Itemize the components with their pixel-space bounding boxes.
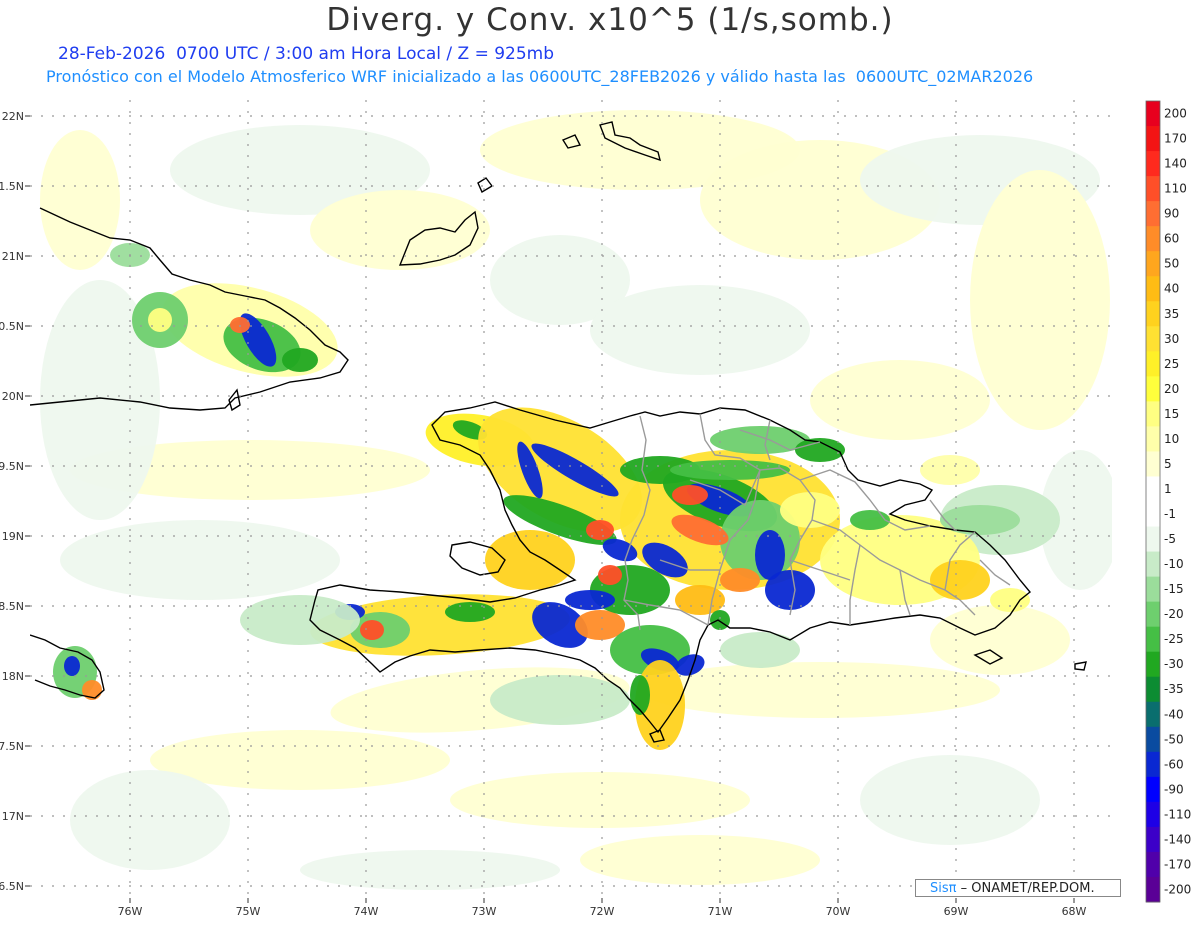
legend-label: 25 [1164, 357, 1179, 371]
legend-swatch [1146, 101, 1160, 127]
lon-label: 72W [590, 905, 615, 918]
legend-label: -25 [1164, 632, 1184, 646]
legend-label: -170 [1164, 857, 1191, 871]
legend-swatch [1146, 251, 1160, 277]
legend-label: -20 [1164, 607, 1184, 621]
credit-box: Sisπ – ONAMET/REP.DOM. [915, 879, 1121, 897]
lon-label: 68W [1062, 905, 1087, 918]
legend-swatch [1146, 651, 1160, 678]
legend-swatch [1146, 426, 1160, 452]
legend-swatch [1146, 826, 1160, 853]
legend-swatch [1146, 126, 1160, 152]
lat-label: 18N [2, 670, 24, 683]
lat-label: 19.5N [0, 460, 24, 473]
legend-label: 35 [1164, 307, 1179, 321]
legend-label: 30 [1164, 332, 1179, 346]
legend-label: -50 [1164, 732, 1184, 746]
legend-swatch [1146, 526, 1160, 553]
legend-swatch [1146, 551, 1160, 578]
legend-swatch [1146, 351, 1160, 377]
legend-swatch [1146, 401, 1160, 427]
legend-label: -140 [1164, 832, 1191, 846]
legend-swatch [1146, 751, 1160, 778]
lat-label: 21.5N [0, 180, 24, 193]
legend-swatch [1146, 801, 1160, 828]
divergence-map: 22N 21.5N 21N 20.5N 20N 19.5N 19N 18.5N 18N 17.5N… [0, 99, 1191, 918]
lat-label: 16.5N [0, 880, 24, 893]
legend-swatch [1146, 576, 1160, 603]
legend-swatch [1146, 451, 1160, 477]
lat-label: 20.5N [0, 320, 24, 333]
lat-label: 18.5N [0, 600, 24, 613]
legend-swatch [1146, 776, 1160, 803]
legend-swatch [1146, 701, 1160, 728]
lon-label: 73W [472, 905, 497, 918]
legend-label: 40 [1164, 282, 1179, 296]
lon-label: 70W [826, 905, 851, 918]
legend-swatch [1146, 876, 1160, 903]
longitude-labels: 76W 75W 74W 73W 72W 71W 70W 69W 68W [118, 905, 1087, 918]
legend-label: 50 [1164, 257, 1179, 271]
lat-label: 22N [2, 110, 24, 123]
latitude-labels: 22N 21.5N 21N 20.5N 20N 19.5N 19N 18.5N 18N 17.5N… [0, 110, 24, 893]
legend-swatch [1146, 626, 1160, 653]
legend-label: 170 [1164, 132, 1187, 146]
lon-label: 71W [708, 905, 733, 918]
legend-swatch [1146, 601, 1160, 628]
legend-swatch [1146, 201, 1160, 227]
legend-label: -1 [1164, 507, 1176, 521]
legend-swatch [1146, 376, 1160, 402]
legend-label: 20 [1164, 382, 1179, 396]
legend-label: -30 [1164, 657, 1184, 671]
lat-label: 17N [2, 810, 24, 823]
legend-label: -5 [1164, 532, 1176, 546]
credit-sis: Sisπ [930, 881, 957, 896]
legend-swatch [1146, 726, 1160, 753]
legend-label: 200 [1164, 107, 1187, 121]
legend-label: 1 [1164, 482, 1172, 496]
legend-swatch [1146, 501, 1160, 528]
legend-swatch [1146, 226, 1160, 252]
legend-label: 10 [1164, 432, 1179, 446]
legend-swatch [1146, 851, 1160, 878]
legend-swatch [1146, 151, 1160, 177]
legend-swatch [1146, 476, 1160, 502]
legend-swatch [1146, 301, 1160, 327]
legend-label: 90 [1164, 207, 1179, 221]
lat-label: 19N [2, 530, 24, 543]
legend-label: -35 [1164, 682, 1184, 696]
legend-label: -60 [1164, 757, 1184, 771]
legend-label: 110 [1164, 182, 1187, 196]
legend-label: 15 [1164, 407, 1179, 421]
lon-label: 74W [354, 905, 379, 918]
lat-label: 17.5N [0, 740, 24, 753]
lon-label: 69W [944, 905, 969, 918]
legend-label: -40 [1164, 707, 1184, 721]
legend-label: -200 [1164, 882, 1191, 896]
legend-label: -110 [1164, 807, 1191, 821]
lon-label: 75W [236, 905, 261, 918]
legend-swatch [1146, 326, 1160, 352]
legend-label: 60 [1164, 232, 1179, 246]
legend-label: -10 [1164, 557, 1184, 571]
lat-label: 20N [2, 390, 24, 403]
lon-label: 76W [118, 905, 143, 918]
color-legend: 200 170 140 110 90 60 50 40 35 30 25 20 15 10 5 1 -1 -5 -1… [1145, 100, 1191, 903]
credit-text: – ONAMET/REP.DOM. [960, 881, 1095, 896]
legend-swatch [1146, 176, 1160, 202]
legend-label: 5 [1164, 457, 1172, 471]
legend-swatch [1146, 676, 1160, 703]
legend-label: 140 [1164, 157, 1187, 171]
legend-label: -15 [1164, 582, 1184, 596]
legend-label: -90 [1164, 782, 1184, 796]
lat-label: 21N [2, 250, 24, 263]
legend-swatch [1146, 276, 1160, 302]
